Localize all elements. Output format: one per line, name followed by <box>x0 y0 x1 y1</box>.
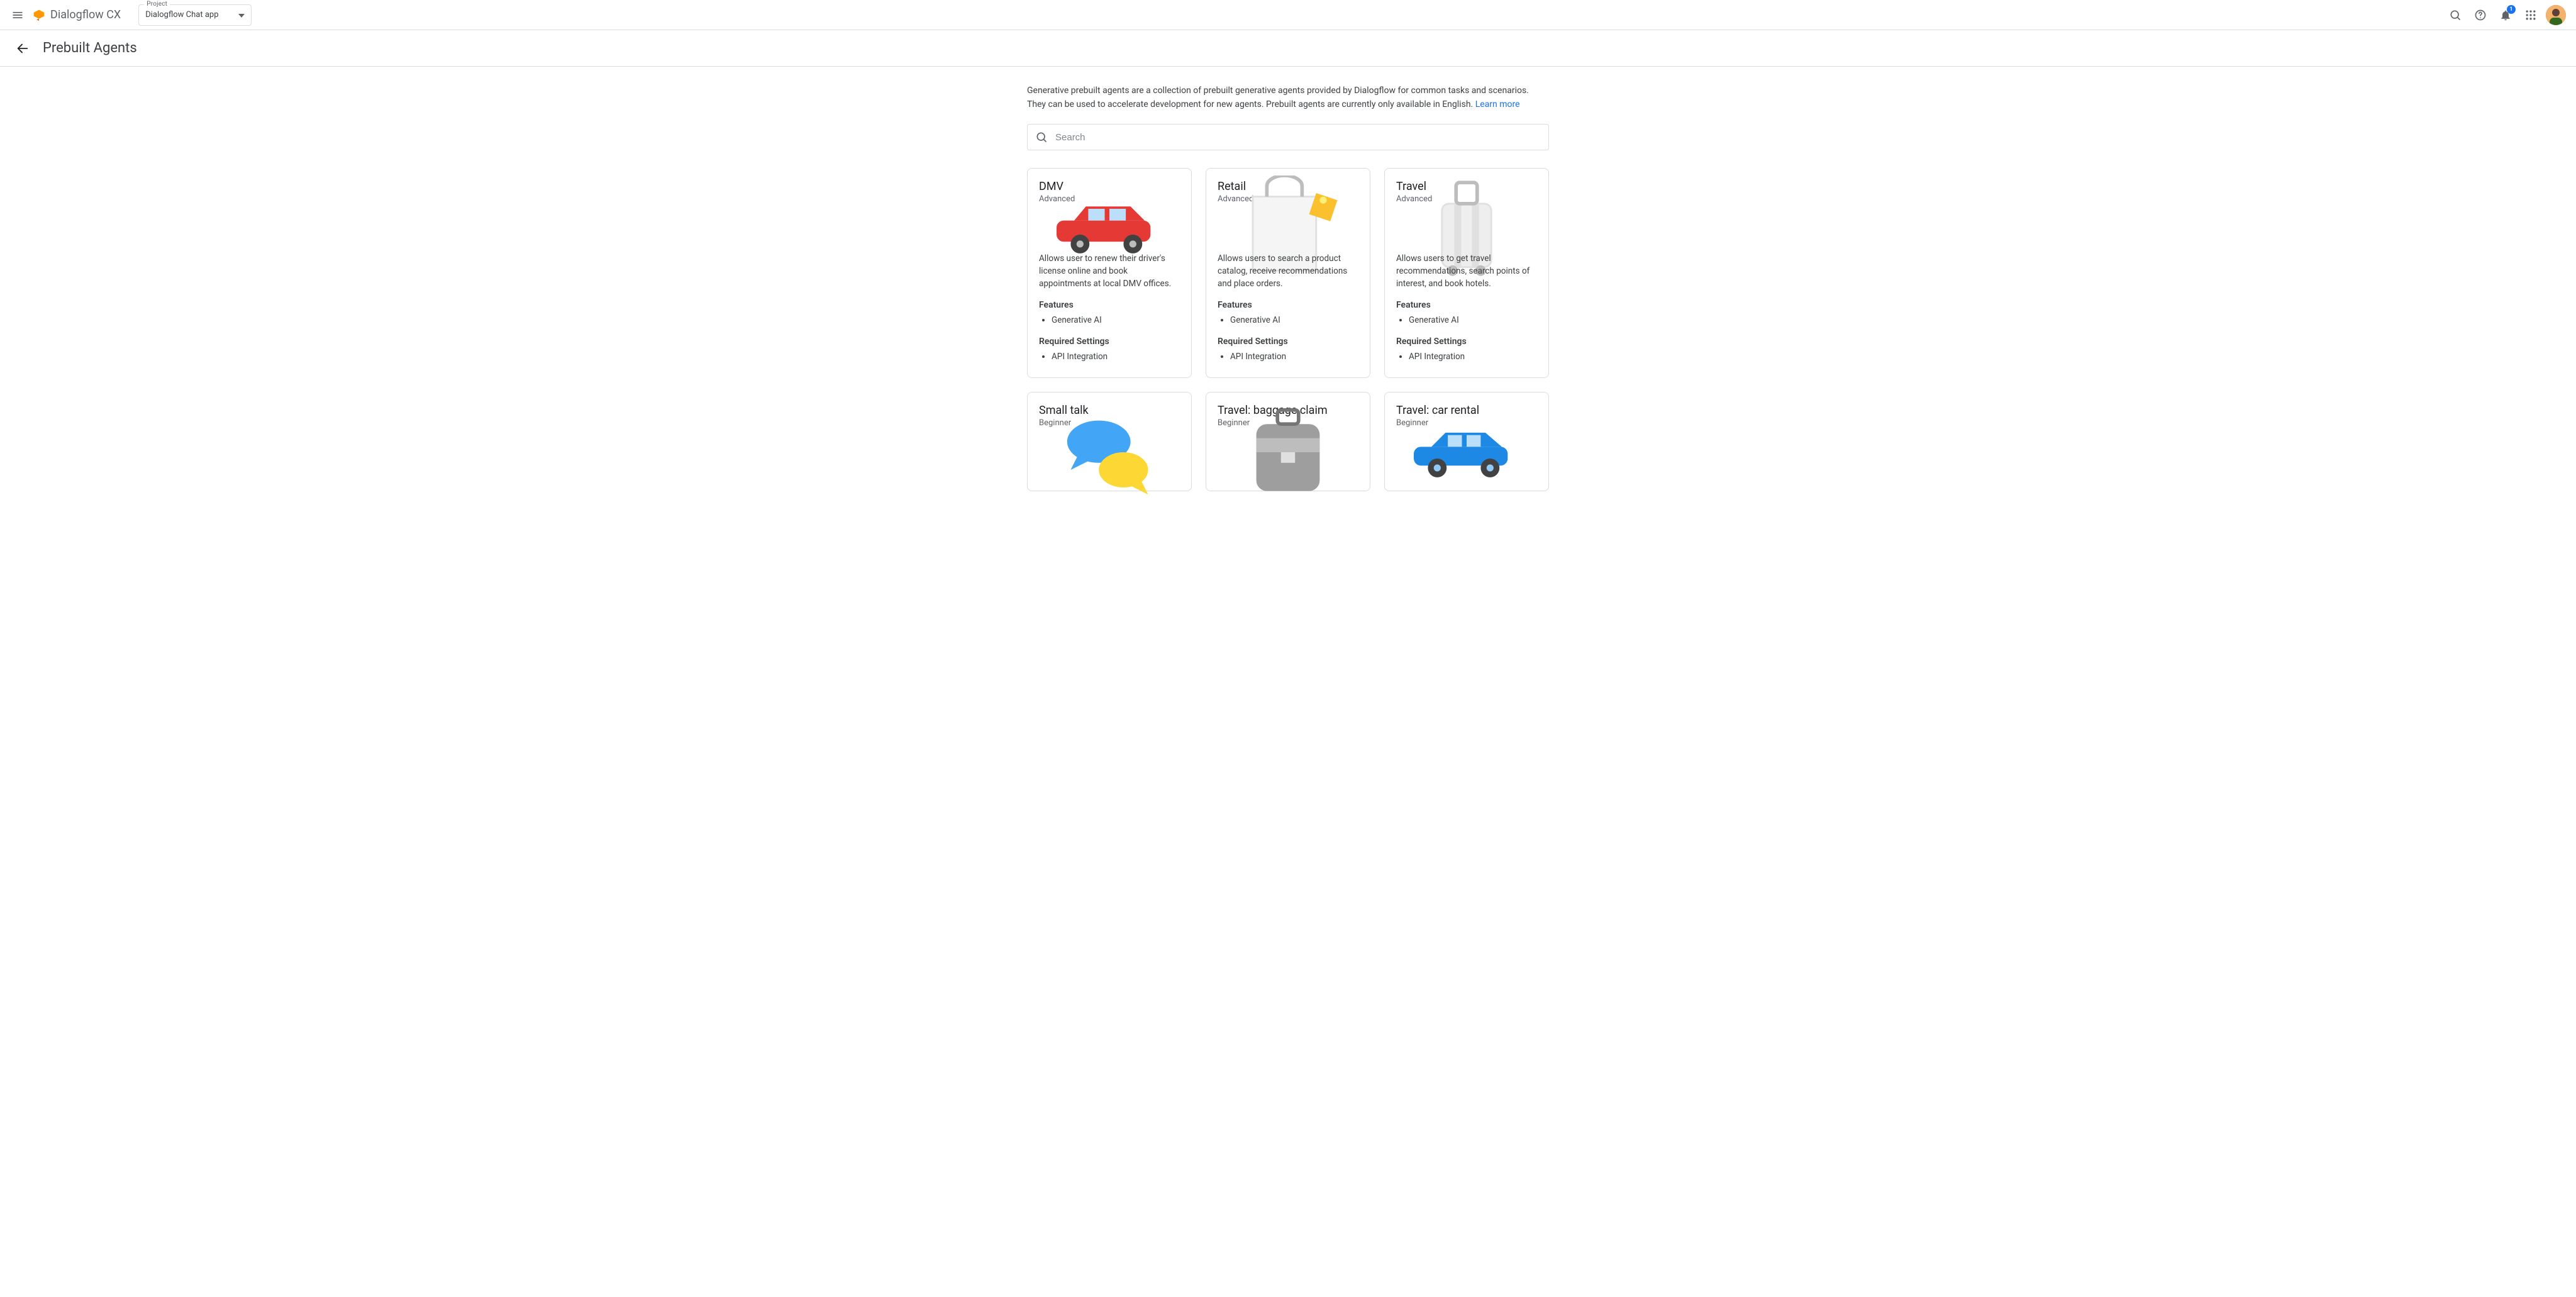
apps-button[interactable] <box>2518 3 2543 28</box>
features-list: Generative AI <box>1396 314 1537 328</box>
sub-header: Prebuilt Agents <box>0 30 2576 67</box>
search-input[interactable] <box>1055 132 1541 143</box>
card-title: DMV <box>1039 180 1180 193</box>
card-illustration-car-icon <box>1039 210 1180 247</box>
agent-card-travel-baggage-claim[interactable]: Travel: baggage claimBeginner <box>1206 392 1370 491</box>
content-scroll[interactable]: Generative prebuilt agents are a collect… <box>0 67 2576 1297</box>
features-list: Generative AI <box>1218 314 1358 328</box>
feature-item: Generative AI <box>1409 314 1537 328</box>
features-list: Generative AI <box>1039 314 1180 328</box>
intro-body: Generative prebuilt agents are a collect… <box>1027 86 1529 109</box>
product-logo[interactable]: Dialogflow CX <box>33 8 121 21</box>
required-setting-item: API Integration <box>1230 350 1358 364</box>
card-illustration-luggage-icon <box>1218 434 1358 470</box>
required-settings-heading: Required Settings <box>1039 337 1180 347</box>
caret-down-icon <box>238 10 245 20</box>
required-settings-heading: Required Settings <box>1396 337 1537 347</box>
card-illustration-bag-icon <box>1218 210 1358 247</box>
card-illustration-chat-icon <box>1039 434 1180 470</box>
required-settings-heading: Required Settings <box>1218 337 1358 347</box>
apps-grid-icon <box>2524 9 2537 21</box>
project-selector-label: Project <box>144 1 170 8</box>
features-heading: Features <box>1039 300 1180 310</box>
project-selector-value: Dialogflow Chat app <box>145 10 218 19</box>
features-heading: Features <box>1218 300 1358 310</box>
product-name: Dialogflow CX <box>50 8 121 21</box>
required-setting-item: API Integration <box>1409 350 1537 364</box>
arrow-left-icon <box>16 42 30 55</box>
agent-card-retail[interactable]: RetailAdvancedAllows users to search a p… <box>1206 168 1370 378</box>
help-button[interactable] <box>2468 3 2493 28</box>
back-button[interactable] <box>10 36 35 61</box>
account-avatar[interactable] <box>2546 5 2566 25</box>
search-icon <box>1035 131 1048 143</box>
required-settings-list: API Integration <box>1039 350 1180 364</box>
search-button[interactable] <box>2443 3 2468 28</box>
top-bar: Dialogflow CX Project Dialogflow Chat ap… <box>0 0 2576 30</box>
cards-grid: DMVAdvancedAllows user to renew their dr… <box>1027 168 1549 491</box>
notifications-button[interactable]: 1 <box>2493 3 2518 28</box>
features-heading: Features <box>1396 300 1537 310</box>
card-title: Travel: car rental <box>1396 404 1537 417</box>
search-field-wrap[interactable] <box>1027 124 1549 150</box>
page-title: Prebuilt Agents <box>43 40 137 56</box>
agent-card-small-talk[interactable]: Small talkBeginner <box>1027 392 1192 491</box>
card-illustration-suitcase-icon <box>1396 210 1537 247</box>
feature-item: Generative AI <box>1230 314 1358 328</box>
learn-more-link[interactable]: Learn more <box>1475 99 1520 109</box>
menu-button[interactable] <box>5 3 30 28</box>
hamburger-icon <box>11 9 24 21</box>
notification-badge: 1 <box>2507 5 2516 14</box>
required-setting-item: API Integration <box>1052 350 1180 364</box>
required-settings-list: API Integration <box>1218 350 1358 364</box>
agent-card-dmv[interactable]: DMVAdvancedAllows user to renew their dr… <box>1027 168 1192 378</box>
card-description: Allows user to renew their driver's lice… <box>1039 253 1180 290</box>
help-icon <box>2474 9 2487 21</box>
feature-item: Generative AI <box>1052 314 1180 328</box>
required-settings-list: API Integration <box>1396 350 1537 364</box>
agent-card-travel[interactable]: TravelAdvancedAllows users to get travel… <box>1384 168 1549 378</box>
card-illustration-bluecar-icon <box>1396 434 1537 470</box>
agent-card-travel-car-rental[interactable]: Travel: car rentalBeginner <box>1384 392 1549 491</box>
search-icon <box>2449 9 2462 21</box>
intro-text: Generative prebuilt agents are a collect… <box>1027 84 1549 111</box>
dialogflow-logo-icon <box>33 9 45 21</box>
project-selector[interactable]: Project Dialogflow Chat app <box>138 4 252 26</box>
card-description: Allows users to search a product catalog… <box>1218 253 1358 290</box>
